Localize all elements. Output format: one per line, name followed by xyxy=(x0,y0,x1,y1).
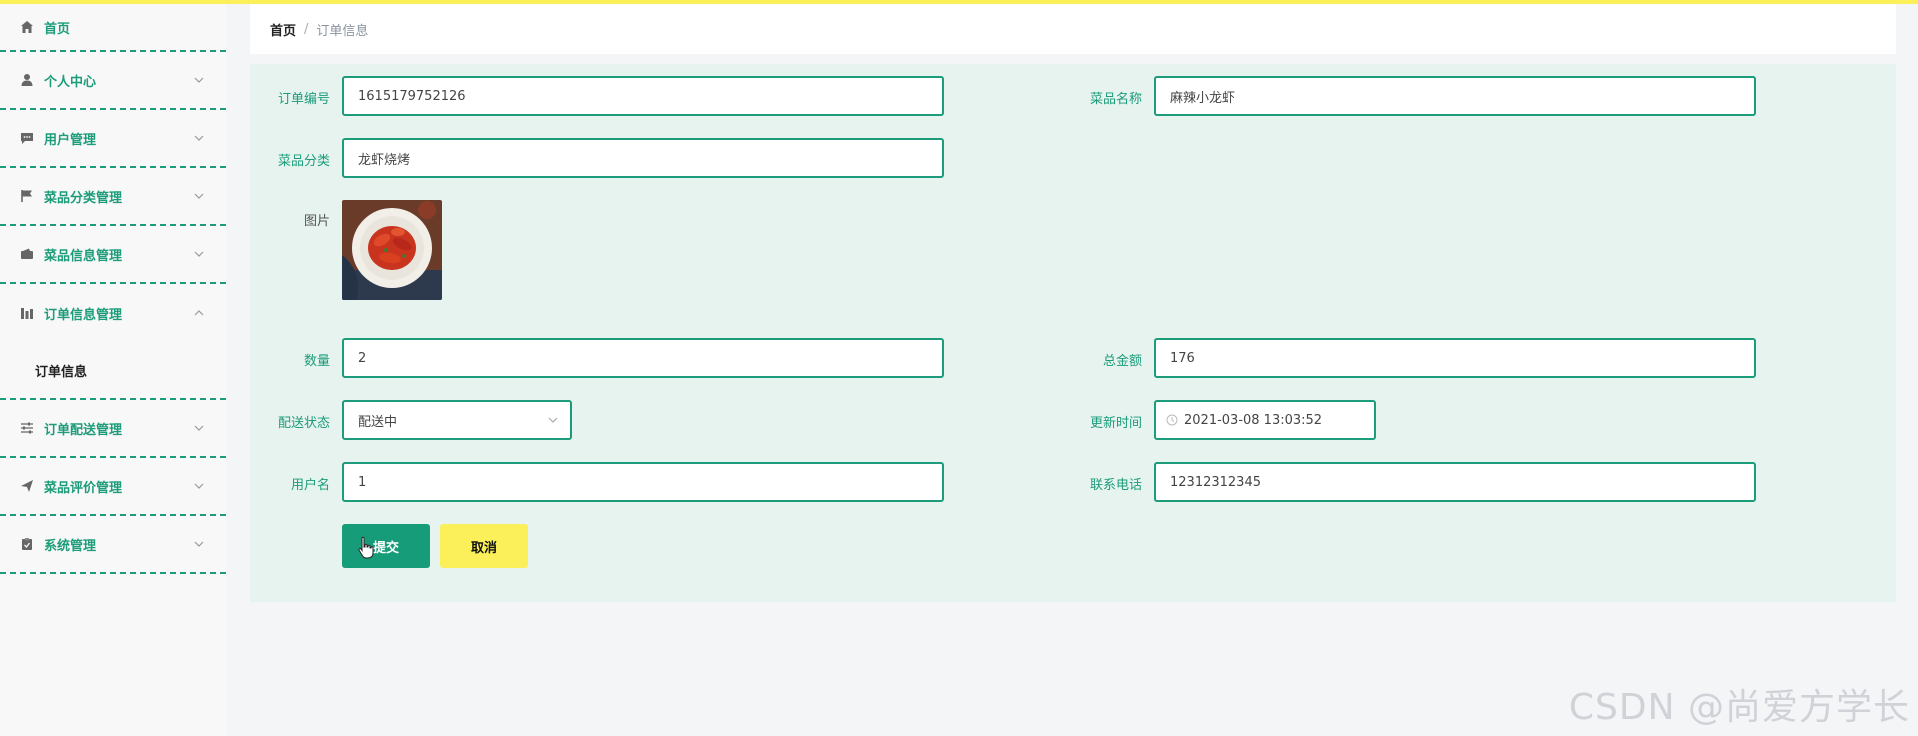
chevron-down-icon xyxy=(194,77,204,83)
chat-icon xyxy=(20,131,34,145)
sidebar-item-dish-info[interactable]: 菜品信息管理 xyxy=(0,226,226,284)
phone-field[interactable]: 12312312345 xyxy=(1154,462,1756,502)
chevron-down-icon xyxy=(194,135,204,141)
update-time-value: 2021-03-08 13:03:52 xyxy=(1184,412,1323,428)
flag-icon xyxy=(20,189,34,203)
chevron-down-icon xyxy=(194,251,204,257)
sidebar-item-label: 系统管理 xyxy=(44,538,97,554)
sidebar-item-order-delivery[interactable]: 订单配送管理 xyxy=(0,400,226,458)
user-icon xyxy=(20,73,34,87)
sidebar-item-dish-review[interactable]: 菜品评价管理 xyxy=(0,458,226,516)
image-label: 图片 xyxy=(303,214,330,229)
quantity-field[interactable]: 2 xyxy=(342,338,944,378)
chart-icon xyxy=(20,306,34,320)
delivery-status-label: 配送状态 xyxy=(277,416,330,431)
sidebar-item-personal-center[interactable]: 个人中心 xyxy=(0,52,226,110)
sidebar-item-dish-category[interactable]: 菜品分类管理 xyxy=(0,168,226,226)
total-label: 总金额 xyxy=(1102,354,1142,369)
breadcrumb-home[interactable]: 首页 xyxy=(270,20,296,39)
home-icon xyxy=(20,20,34,34)
phone-label: 联系电话 xyxy=(1089,478,1142,493)
sidebar-subitem-order-info[interactable]: 订单信息 xyxy=(0,342,226,398)
update-time-picker[interactable]: 2021-03-08 13:03:52 xyxy=(1154,400,1376,440)
sidebar-item-user-management[interactable]: 用户管理 xyxy=(0,110,226,168)
breadcrumb-current: 订单信息 xyxy=(316,23,369,39)
sidebar-item-home[interactable]: 首页 xyxy=(0,4,226,52)
total-field[interactable]: 176 xyxy=(1154,338,1756,378)
sidebar-item-label: 菜品信息管理 xyxy=(44,248,123,264)
sidebar-item-label: 首页 xyxy=(44,21,71,37)
delivery-status-value: 配送中 xyxy=(358,414,398,430)
chevron-up-icon xyxy=(194,310,204,316)
chevron-down-icon xyxy=(194,541,204,547)
order-no-field[interactable]: 1615179752126 xyxy=(342,76,944,116)
update-time-label: 更新时间 xyxy=(1089,416,1142,431)
username-field[interactable]: 1 xyxy=(342,462,944,502)
dish-name-label: 菜品名称 xyxy=(1089,92,1142,107)
sidebar-item-label: 订单配送管理 xyxy=(44,422,123,438)
sidebar-item-label: 用户管理 xyxy=(44,132,97,148)
chevron-down-icon xyxy=(194,425,204,431)
chevron-down-icon xyxy=(548,417,558,423)
cancel-button[interactable]: 取消 xyxy=(440,524,528,568)
hand-cursor-icon xyxy=(358,536,374,559)
quantity-label: 数量 xyxy=(303,354,330,369)
order-form: 订单编号 1615179752126 菜品名称 麻辣小龙虾 菜品分类 龙虾烧烤 … xyxy=(250,64,1896,602)
delivery-status-select[interactable]: 配送中 xyxy=(342,400,572,440)
chevron-down-icon xyxy=(194,193,204,199)
breadcrumb-separator: / xyxy=(304,21,309,37)
send-icon xyxy=(20,479,34,493)
sidebar-item-order-management[interactable]: 订单信息管理 xyxy=(0,284,226,342)
category-field[interactable]: 龙虾烧烤 xyxy=(342,138,944,178)
breadcrumb: 首页 / 订单信息 xyxy=(250,4,1896,54)
sidebar-item-label: 个人中心 xyxy=(44,74,97,90)
dish-image xyxy=(342,200,442,300)
sidebar-item-label: 订单信息管理 xyxy=(44,307,123,323)
dish-name-field[interactable]: 麻辣小龙虾 xyxy=(1154,76,1756,116)
sidebar-item-system[interactable]: 系统管理 xyxy=(0,516,226,574)
sidebar: 首页 个人中心 用户管理 菜品分类管理 菜品信息管理 订单信息管理 订单信息 订… xyxy=(0,4,226,736)
sidebar-item-label: 菜品评价管理 xyxy=(44,480,123,496)
username-label: 用户名 xyxy=(290,478,330,493)
order-no-label: 订单编号 xyxy=(277,92,330,107)
chevron-down-icon xyxy=(194,483,204,489)
clipboard-icon xyxy=(20,537,34,551)
sliders-icon xyxy=(20,421,34,435)
category-label: 菜品分类 xyxy=(277,154,330,169)
sidebar-item-label: 菜品分类管理 xyxy=(44,190,123,206)
watermark: CSDN @尚爱方学长 xyxy=(1568,687,1910,728)
wallet-icon xyxy=(20,247,34,261)
clock-icon xyxy=(1166,414,1178,426)
sidebar-group-order-info: 订单信息管理 订单信息 xyxy=(0,284,226,400)
